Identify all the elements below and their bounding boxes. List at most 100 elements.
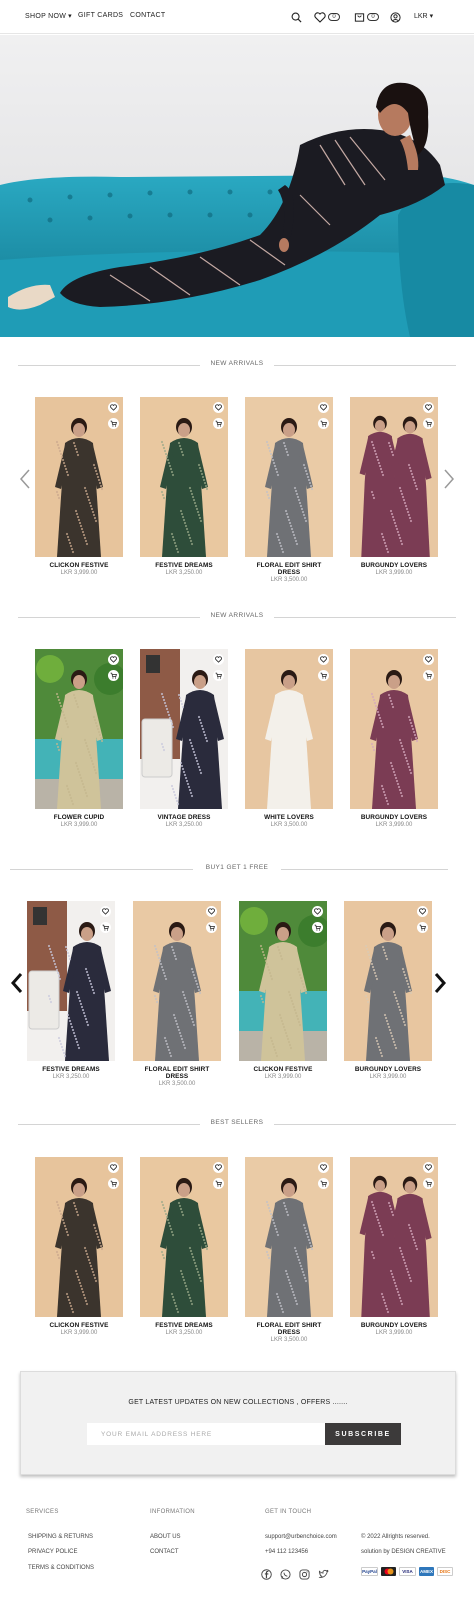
carousel-next-icon[interactable] <box>432 971 448 995</box>
heart-icon[interactable] <box>423 402 434 413</box>
product-image[interactable] <box>350 397 438 557</box>
product-name[interactable]: FLORAL EDIT SHIRT DRESS <box>245 562 333 576</box>
cart-icon[interactable] <box>213 1178 224 1189</box>
product-image[interactable] <box>245 1157 333 1317</box>
facebook-icon[interactable] <box>261 1569 272 1580</box>
product-image[interactable] <box>350 649 438 809</box>
product-name[interactable]: FLORAL EDIT SHIRT DRESS <box>245 1322 333 1336</box>
cart-icon[interactable] <box>423 670 434 681</box>
product-card[interactable]: WHITE LOVERS LKR 3,500.00 <box>245 649 333 828</box>
product-image[interactable] <box>35 397 123 557</box>
cart-icon[interactable] <box>318 670 329 681</box>
heart-icon[interactable] <box>108 402 119 413</box>
whatsapp-icon[interactable] <box>280 1569 291 1580</box>
product-image[interactable] <box>245 397 333 557</box>
product-card[interactable]: FLORAL EDIT SHIRT DRESS LKR 3,500.00 <box>245 1157 333 1343</box>
product-card[interactable]: VINTAGE DRESS LKR 3,250.00 <box>140 649 228 828</box>
currency-selector[interactable]: LKR ▾ <box>414 12 433 20</box>
product-name[interactable]: WHITE LOVERS <box>245 814 333 821</box>
heart-icon[interactable] <box>312 906 323 917</box>
product-image[interactable] <box>350 1157 438 1317</box>
account-icon[interactable] <box>390 9 401 25</box>
footer-link-privacy[interactable]: PRIVACY POLICE <box>28 1549 77 1555</box>
cart-button[interactable]: 0 <box>354 9 379 25</box>
carousel-next-icon[interactable] <box>441 467 457 491</box>
product-card[interactable]: CLICKON FESTIVE LKR 3,999.00 <box>35 1157 123 1336</box>
email-field[interactable] <box>87 1423 325 1445</box>
product-card[interactable]: FLOWER CUPID LKR 3,999.00 <box>35 649 123 828</box>
nav-gift-cards[interactable]: GIFT CARDS <box>78 12 123 19</box>
heart-icon[interactable] <box>213 1162 224 1173</box>
product-name[interactable]: BURGUNDY LOVERS <box>350 562 438 569</box>
product-image[interactable] <box>35 649 123 809</box>
cart-icon[interactable] <box>108 670 119 681</box>
heart-icon[interactable] <box>318 654 329 665</box>
cart-icon[interactable] <box>312 922 323 933</box>
footer-link-shipping[interactable]: SHIPPING & RETURNS <box>28 1534 93 1540</box>
product-card[interactable]: FLORAL EDIT SHIRT DRESS LKR 3,500.00 <box>133 901 221 1087</box>
product-card[interactable]: FESTIVE DREAMS LKR 3,250.00 <box>27 901 115 1080</box>
nav-shop-now[interactable]: SHOP NOW ▾ <box>25 12 72 20</box>
heart-icon[interactable] <box>417 906 428 917</box>
cart-icon[interactable] <box>318 418 329 429</box>
product-image[interactable] <box>239 901 327 1061</box>
twitter-icon[interactable] <box>318 1569 329 1580</box>
product-name[interactable]: VINTAGE DRESS <box>140 814 228 821</box>
product-card[interactable]: FESTIVE DREAMS LKR 3,250.00 <box>140 1157 228 1336</box>
heart-icon[interactable] <box>108 1162 119 1173</box>
heart-icon[interactable] <box>213 402 224 413</box>
product-name[interactable]: FESTIVE DREAMS <box>140 1322 228 1329</box>
product-name[interactable]: CLICKON FESTIVE <box>239 1066 327 1073</box>
footer-email-link[interactable]: support@urbenchoice.com <box>265 1534 337 1540</box>
heart-icon[interactable] <box>108 654 119 665</box>
product-card[interactable]: BURGUNDY LOVERS LKR 3,999.00 <box>350 397 438 576</box>
product-image[interactable] <box>344 901 432 1061</box>
footer-link-terms[interactable]: TERMS & CONDITIONS <box>28 1565 94 1571</box>
heart-icon[interactable] <box>100 906 111 917</box>
wishlist-button[interactable]: 0 <box>314 9 340 25</box>
instagram-icon[interactable] <box>299 1569 310 1580</box>
product-image[interactable] <box>27 901 115 1061</box>
product-card[interactable]: FLORAL EDIT SHIRT DRESS LKR 3,500.00 <box>245 397 333 583</box>
cart-icon[interactable] <box>318 1178 329 1189</box>
cart-icon[interactable] <box>100 922 111 933</box>
cart-icon[interactable] <box>423 1178 434 1189</box>
product-card[interactable]: CLICKON FESTIVE LKR 3,999.00 <box>35 397 123 576</box>
carousel-prev-icon[interactable] <box>9 971 25 995</box>
product-name[interactable]: BURGUNDY LOVERS <box>344 1066 432 1073</box>
product-image[interactable] <box>35 1157 123 1317</box>
heart-icon[interactable] <box>318 402 329 413</box>
heart-icon[interactable] <box>206 906 217 917</box>
footer-link-about[interactable]: ABOUT US <box>150 1534 181 1540</box>
product-image[interactable] <box>133 901 221 1061</box>
product-name[interactable]: FESTIVE DREAMS <box>27 1066 115 1073</box>
heart-icon[interactable] <box>423 654 434 665</box>
heart-icon[interactable] <box>213 654 224 665</box>
cart-icon[interactable] <box>108 418 119 429</box>
product-name[interactable]: FLORAL EDIT SHIRT DRESS <box>133 1066 221 1080</box>
product-image[interactable] <box>245 649 333 809</box>
product-card[interactable]: BURGUNDY LOVERS LKR 3,999.00 <box>350 1157 438 1336</box>
product-name[interactable]: FESTIVE DREAMS <box>140 562 228 569</box>
product-card[interactable]: BURGUNDY LOVERS LKR 3,999.00 <box>350 649 438 828</box>
product-name[interactable]: BURGUNDY LOVERS <box>350 1322 438 1329</box>
product-name[interactable]: FLOWER CUPID <box>35 814 123 821</box>
product-name[interactable]: BURGUNDY LOVERS <box>350 814 438 821</box>
product-image[interactable] <box>140 1157 228 1317</box>
cart-icon[interactable] <box>417 922 428 933</box>
search-icon[interactable] <box>291 9 302 25</box>
hero-banner[interactable] <box>0 35 474 337</box>
cart-icon[interactable] <box>206 922 217 933</box>
product-card[interactable]: FESTIVE DREAMS LKR 3,250.00 <box>140 397 228 576</box>
product-name[interactable]: CLICKON FESTIVE <box>35 1322 123 1329</box>
product-card[interactable]: BURGUNDY LOVERS LKR 3,999.00 <box>344 901 432 1080</box>
carousel-prev-icon[interactable] <box>17 467 33 491</box>
product-card[interactable]: CLICKON FESTIVE LKR 3,999.00 <box>239 901 327 1080</box>
cart-icon[interactable] <box>213 418 224 429</box>
cart-icon[interactable] <box>213 670 224 681</box>
cart-icon[interactable] <box>423 418 434 429</box>
footer-link-contact[interactable]: CONTACT <box>150 1549 179 1555</box>
product-name[interactable]: CLICKON FESTIVE <box>35 562 123 569</box>
product-image[interactable] <box>140 649 228 809</box>
cart-icon[interactable] <box>108 1178 119 1189</box>
